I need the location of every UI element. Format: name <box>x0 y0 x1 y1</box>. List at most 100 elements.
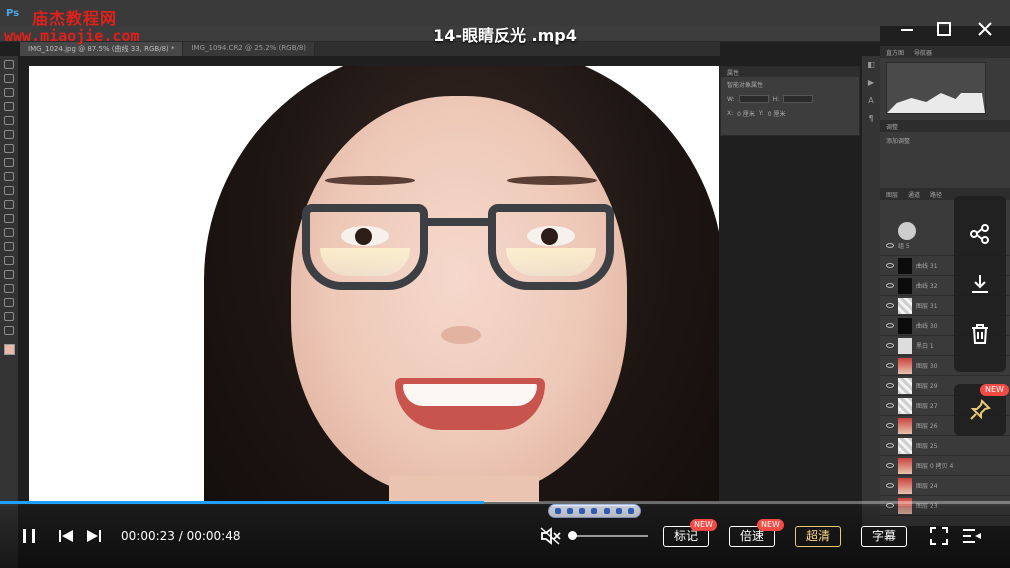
foreground-color-swatch[interactable] <box>3 344 15 355</box>
histogram-graph <box>886 62 986 114</box>
mute-icon[interactable] <box>540 527 562 549</box>
properties-size-row: W: H: <box>721 92 859 106</box>
dodge-tool-icon[interactable] <box>4 242 14 251</box>
pin-new-badge: NEW <box>980 384 1009 396</box>
mark-new-badge: NEW <box>690 519 717 531</box>
layer-name: 组 5 <box>898 243 910 250</box>
height-field[interactable] <box>783 95 814 103</box>
clone-stamp-tool-icon[interactable] <box>4 172 14 181</box>
glasses-right-lens <box>488 204 614 290</box>
adjustments-panel: 添加调整 <box>880 132 1010 188</box>
properties-tab[interactable]: 属性 <box>727 68 739 77</box>
glasses-bridge <box>424 218 492 226</box>
type-tool-icon[interactable] <box>4 270 14 279</box>
properties-panel: 属性 智能对象属性 W: H: X: 0 厘米 Y: 0 厘米 <box>720 66 860 136</box>
progress-bar-fill <box>0 501 484 504</box>
share-icon[interactable] <box>954 214 1006 254</box>
x-label: X: <box>727 110 734 117</box>
pen-tool-icon[interactable] <box>4 256 14 265</box>
cursor-indicator <box>898 222 916 240</box>
portrait-mouth <box>395 378 545 430</box>
character-panel-icon[interactable]: A <box>868 96 873 105</box>
paragraph-panel-icon[interactable]: ¶ <box>868 114 873 123</box>
portrait-right-brow <box>507 176 597 185</box>
layer-name: 图层 29 <box>916 383 938 390</box>
total-time: 00:00:48 <box>186 529 241 543</box>
eraser-tool-icon[interactable] <box>4 200 14 209</box>
fullscreen-icon[interactable] <box>930 527 948 549</box>
photoshop-toolbar <box>0 56 18 568</box>
minimize-icon[interactable] <box>895 20 919 43</box>
photoshop-logo-icon: Ps <box>6 7 20 19</box>
layer-name: 黑白 1 <box>916 343 934 350</box>
hand-tool-icon[interactable] <box>4 312 14 321</box>
progress-bar[interactable] <box>0 501 1010 504</box>
maximize-icon[interactable] <box>932 20 956 43</box>
pause-icon[interactable] <box>22 528 36 548</box>
subtitle-button[interactable]: 字幕 <box>861 526 907 547</box>
crop-tool-icon[interactable] <box>4 116 14 125</box>
layer-row[interactable]: 图层 0 拷贝 4 <box>880 456 1010 476</box>
y-value[interactable]: 0 厘米 <box>768 109 786 118</box>
layer-name: 曲线 32 <box>916 283 938 290</box>
path-select-tool-icon[interactable] <box>4 284 14 293</box>
history-brush-tool-icon[interactable] <box>4 186 14 195</box>
tab-navigator[interactable]: 导航器 <box>914 48 932 57</box>
layer-name: 图层 24 <box>916 483 938 490</box>
next-icon[interactable] <box>86 528 102 548</box>
layer-name: 曲线 30 <box>916 323 938 330</box>
brush-tool-icon[interactable] <box>4 158 14 167</box>
layer-name: 图层 0 拷贝 4 <box>916 463 954 470</box>
zoom-tool-icon[interactable] <box>4 326 14 335</box>
pin-icon <box>970 399 991 420</box>
speed-new-badge: NEW <box>757 519 784 531</box>
tab-channels[interactable]: 通道 <box>908 190 920 199</box>
adjustments-tabs: 调整 <box>880 120 1010 132</box>
properties-panel-header: 属性 <box>721 67 859 77</box>
portrait-face <box>291 96 627 496</box>
x-value[interactable]: 0 厘米 <box>737 109 755 118</box>
photo-canvas[interactable] <box>29 66 719 502</box>
tab-paths[interactable]: 路径 <box>930 190 942 199</box>
download-icon[interactable] <box>954 264 1006 304</box>
layer-row[interactable]: 图层 24 <box>880 476 1010 496</box>
quality-button[interactable]: 超清 <box>795 526 841 547</box>
portrait-nose <box>441 326 481 344</box>
glasses-left-lens <box>302 204 428 290</box>
tab-adjustments[interactable]: 调整 <box>886 122 898 131</box>
playlist-icon[interactable] <box>962 527 982 549</box>
portrait-left-brow <box>325 176 415 185</box>
lens-reflection <box>506 248 596 276</box>
layer-row[interactable]: 图层 25 <box>880 436 1010 456</box>
marquee-tool-icon[interactable] <box>4 74 14 83</box>
layer-name: 图层 26 <box>916 423 938 430</box>
healing-brush-tool-icon[interactable] <box>4 144 14 153</box>
trash-icon[interactable] <box>954 314 1006 354</box>
height-label: H: <box>772 95 780 103</box>
shape-tool-icon[interactable] <box>4 298 14 307</box>
portrait-neck <box>389 476 539 502</box>
add-adjustment-label: 添加调整 <box>886 138 911 145</box>
current-time: 00:00:23 <box>121 529 175 543</box>
properties-position-row: X: 0 厘米 Y: 0 厘米 <box>721 106 859 121</box>
actions-panel-icon[interactable]: ▶ <box>868 78 874 87</box>
quick-select-tool-icon[interactable] <box>4 102 14 111</box>
width-field[interactable] <box>738 95 769 103</box>
tab-histogram[interactable]: 直方图 <box>886 48 904 57</box>
blur-tool-icon[interactable] <box>4 228 14 237</box>
tab-layers[interactable]: 图层 <box>886 190 898 199</box>
previous-icon[interactable] <box>58 528 74 548</box>
smart-object-label: 智能对象属性 <box>727 82 764 89</box>
lasso-tool-icon[interactable] <box>4 88 14 97</box>
gradient-tool-icon[interactable] <box>4 214 14 223</box>
layer-name: 图层 31 <box>916 303 938 310</box>
volume-slider-knob[interactable] <box>568 531 577 540</box>
history-panel-icon[interactable]: ◧ <box>867 60 875 69</box>
properties-subtitle-row: 智能对象属性 <box>721 77 859 92</box>
eyedropper-tool-icon[interactable] <box>4 130 14 139</box>
close-icon[interactable] <box>973 20 997 43</box>
move-tool-icon[interactable] <box>4 60 14 69</box>
volume-slider[interactable] <box>572 535 648 537</box>
panel-icon-strip: ◧ ▶ A ¶ <box>862 56 880 526</box>
width-label: W: <box>727 95 735 103</box>
